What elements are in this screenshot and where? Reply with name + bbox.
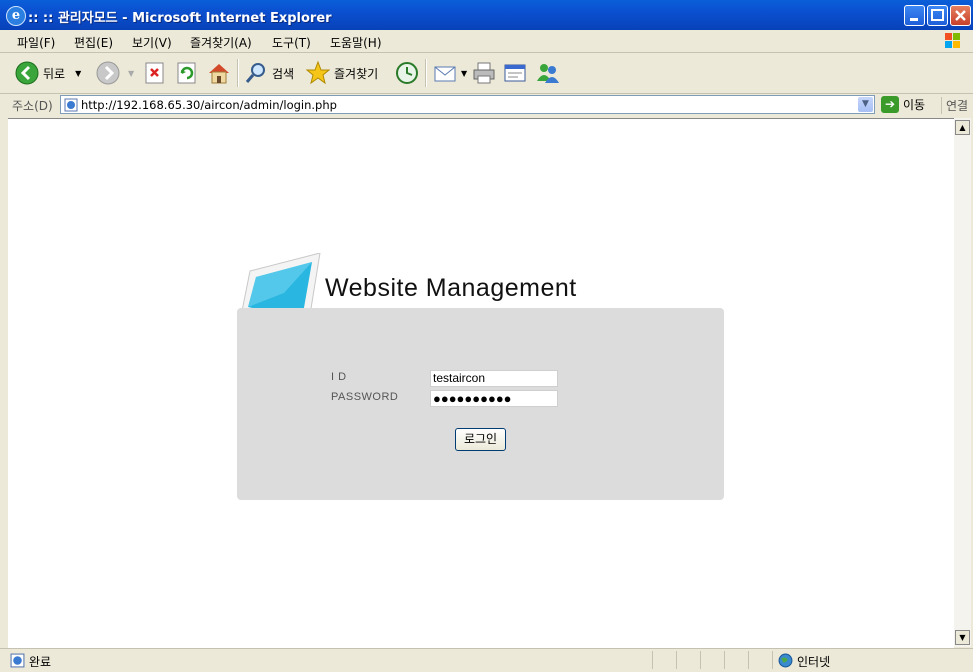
print-button[interactable]	[472, 59, 496, 87]
address-bar: 주소(D) http://192.168.65.30/aircon/admin/…	[0, 94, 973, 117]
maximize-button[interactable]	[927, 5, 948, 26]
vertical-scrollbar[interactable]: ▲ ▼	[954, 118, 971, 647]
refresh-icon	[177, 62, 196, 84]
menu-edit[interactable]: 편집(E)	[74, 34, 113, 51]
menu-help[interactable]: 도움말(H)	[330, 34, 382, 51]
home-icon	[209, 64, 229, 84]
menu-tools[interactable]: 도구(T)	[272, 34, 311, 51]
links-button[interactable]: 연결	[941, 97, 968, 114]
messenger-icon	[537, 64, 559, 83]
browser-window: e :: :: 관리자모드 - Microsoft Internet Explo…	[0, 0, 973, 672]
windows-logo-icon	[945, 33, 960, 48]
edit-page-icon	[504, 64, 526, 82]
internet-zone-icon	[778, 653, 793, 668]
home-button[interactable]	[207, 59, 231, 87]
window-title: :: :: 관리자모드 - Microsoft Internet Explore…	[28, 11, 332, 26]
ie-logo-icon: e	[6, 6, 26, 26]
stop-button[interactable]	[145, 59, 165, 87]
back-button[interactable]: 뒤로 ▼	[15, 59, 81, 87]
favorites-button[interactable]: 즐겨찾기	[306, 59, 378, 87]
forward-arrow-icon	[96, 61, 120, 85]
security-zone: 인터넷	[797, 655, 831, 669]
mail-icon	[434, 66, 456, 82]
address-label: 주소(D)	[12, 99, 53, 113]
refresh-button[interactable]	[177, 59, 197, 87]
go-arrow-icon: ➔	[881, 96, 899, 113]
history-icon	[396, 62, 418, 84]
close-button[interactable]	[950, 5, 971, 26]
back-arrow-icon	[15, 61, 39, 85]
stop-icon	[145, 62, 164, 84]
page-icon	[64, 98, 78, 112]
history-button[interactable]	[395, 59, 419, 87]
page-content: Website Management I D PASSWORD testairc…	[8, 118, 954, 648]
password-label: PASSWORD	[331, 391, 399, 403]
search-icon	[245, 63, 265, 83]
search-label: 검색	[272, 66, 295, 81]
menu-file[interactable]: 파일(F)	[17, 34, 55, 51]
edit-button[interactable]	[503, 59, 527, 87]
brand-title: Website Management	[325, 274, 577, 302]
login-button[interactable]: 로그인	[455, 428, 506, 451]
password-input[interactable]: ●●●●●●●●●●	[430, 390, 558, 407]
address-dropdown-icon[interactable]: ▼	[858, 97, 873, 112]
messenger-button[interactable]	[535, 59, 561, 87]
page-status-icon	[10, 653, 25, 668]
star-icon	[306, 61, 330, 85]
address-input[interactable]: http://192.168.65.30/aircon/admin/login.…	[60, 95, 875, 114]
menu-bar: 파일(F) 편집(E) 보기(V) 즐겨찾기(A) 도구(T) 도움말(H)	[0, 30, 973, 53]
go-button[interactable]: ➔ 이동	[881, 96, 925, 113]
id-label: I D	[331, 371, 347, 383]
mail-button[interactable]: ▼	[433, 59, 467, 87]
favorites-label: 즐겨찾기	[334, 66, 379, 81]
status-text: 완료	[29, 655, 52, 669]
mail-dropdown-icon[interactable]: ▼	[461, 69, 467, 78]
forward-button[interactable]: ▼	[96, 59, 134, 87]
menu-favorites[interactable]: 즐겨찾기(A)	[190, 34, 252, 51]
status-bar: 완료 인터넷	[0, 648, 973, 672]
go-label: 이동	[903, 98, 926, 112]
close-icon	[955, 10, 966, 21]
login-panel: I D PASSWORD testaircon ●●●●●●●●●●	[237, 308, 724, 500]
search-button[interactable]: 검색	[244, 59, 294, 87]
minimize-button[interactable]	[904, 5, 925, 26]
toolbar: 뒤로 ▼ ▼ 검색 즐겨찾기 ▼	[0, 53, 973, 94]
minimize-icon	[910, 18, 918, 21]
back-label: 뒤로	[43, 66, 66, 81]
address-url: http://192.168.65.30/aircon/admin/login.…	[81, 98, 337, 112]
maximize-icon	[931, 9, 944, 21]
menu-view[interactable]: 보기(V)	[132, 34, 172, 51]
back-dropdown-icon[interactable]: ▼	[75, 69, 81, 78]
printer-icon	[473, 62, 495, 84]
id-input[interactable]: testaircon	[430, 370, 558, 387]
title-bar[interactable]: e :: :: 관리자모드 - Microsoft Internet Explo…	[0, 0, 973, 30]
scroll-down-icon[interactable]: ▼	[955, 630, 970, 645]
scroll-up-icon[interactable]: ▲	[955, 120, 970, 135]
forward-dropdown-icon[interactable]: ▼	[128, 69, 134, 78]
